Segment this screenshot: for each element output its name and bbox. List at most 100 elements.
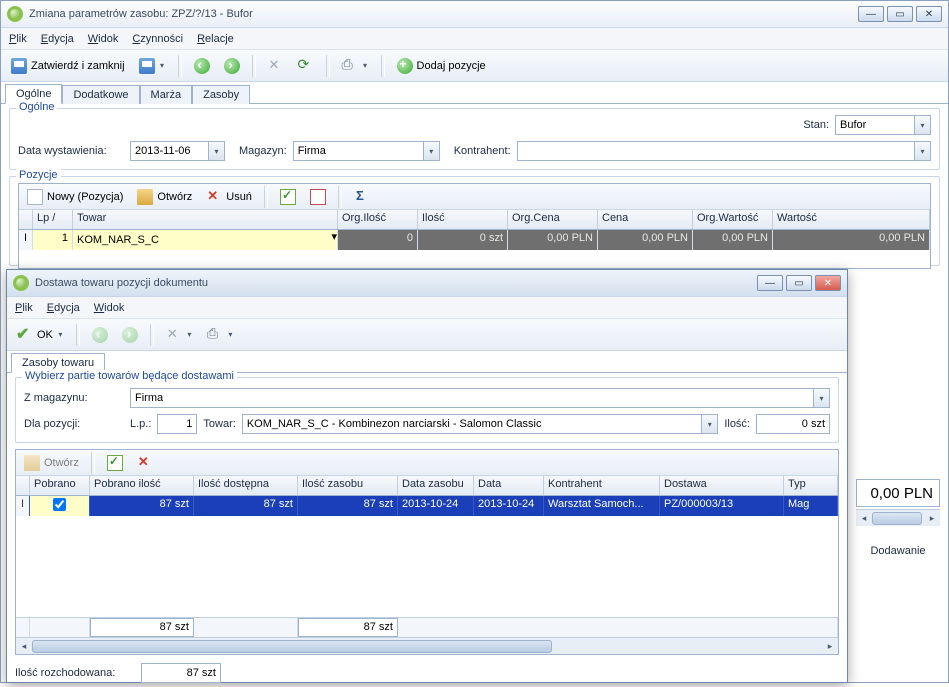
col-data-zasobu[interactable]: Data zasobu: [398, 476, 474, 495]
chevron-down-icon[interactable]: [159, 55, 166, 77]
child-forward-button[interactable]: [118, 324, 142, 346]
col-pobrano[interactable]: Pobrano: [30, 476, 90, 495]
towar-input[interactable]: [242, 414, 702, 434]
child-toolbar: OK: [7, 319, 847, 351]
tab-dodatkowe[interactable]: Dodatkowe: [62, 85, 139, 104]
child-titlebar[interactable]: Dostawa towaru pozycji dokumentu — ▭ ✕: [7, 270, 847, 297]
tools-button[interactable]: [264, 55, 288, 77]
child-back-button[interactable]: [88, 324, 112, 346]
towar-combo[interactable]: ▾: [242, 414, 719, 434]
chevron-down-icon[interactable]: ▾: [331, 230, 337, 249]
chevron-down-icon[interactable]: ▾: [208, 141, 225, 161]
open-position-button[interactable]: Otwórz: [133, 186, 196, 208]
child-close-button[interactable]: ✕: [815, 275, 841, 291]
confirm-close-button[interactable]: Zatwierdź i zamknij: [7, 55, 129, 77]
col-orgcena[interactable]: Org.Cena: [508, 210, 598, 229]
grid-h-scrollbar[interactable]: ◂▸: [16, 637, 838, 654]
cell-dostepna: 87 szt: [194, 496, 298, 516]
stan-combo[interactable]: ▾: [835, 115, 931, 135]
col-orgwartosc[interactable]: Org.Wartość: [693, 210, 773, 229]
delivery-row[interactable]: I 87 szt 87 szt 87 szt 2013-10-24 2013-1…: [16, 496, 838, 516]
close-button[interactable]: ✕: [916, 6, 942, 22]
maximize-button[interactable]: ▭: [887, 6, 913, 22]
positions-grid: Nowy (Pozycja) Otwórz Usuń Lp / Towar Or…: [18, 183, 931, 269]
child-minimize-button[interactable]: —: [757, 275, 783, 291]
child-menu-plik[interactable]: Plik: [15, 302, 33, 314]
menu-edycja[interactable]: Edycja: [41, 33, 74, 45]
col-marker[interactable]: [19, 210, 33, 229]
cell-pobrano[interactable]: [30, 496, 90, 516]
sigma-button[interactable]: [350, 186, 374, 208]
col-wartosc[interactable]: Wartość: [773, 210, 930, 229]
pobrano-checkbox[interactable]: [53, 498, 66, 511]
col-marker[interactable]: [16, 476, 30, 495]
back-button[interactable]: [190, 55, 214, 77]
print-button[interactable]: [338, 55, 373, 77]
side-scrollbar[interactable]: ◂▸: [856, 509, 940, 526]
menu-relacje[interactable]: Relacje: [197, 33, 234, 45]
col-ilosc[interactable]: Ilość: [418, 210, 508, 229]
chevron-down-icon[interactable]: [186, 324, 193, 346]
menu-czynnosci[interactable]: Czynności: [132, 33, 183, 45]
magazyn-combo[interactable]: ▾: [293, 141, 440, 161]
cell-orgwartosc: 0,00 PLN: [693, 230, 773, 250]
col-zasobu[interactable]: Ilość zasobu: [298, 476, 398, 495]
print-icon: [207, 327, 223, 343]
tab-zasoby[interactable]: Zasoby: [192, 85, 250, 104]
refresh-button[interactable]: [294, 55, 318, 77]
chevron-down-icon[interactable]: ▾: [701, 414, 718, 434]
col-lp[interactable]: Lp /: [33, 210, 73, 229]
minimize-button[interactable]: —: [858, 6, 884, 22]
chevron-down-icon[interactable]: ▾: [813, 388, 830, 408]
col-kontrahent[interactable]: Kontrahent: [544, 476, 660, 495]
positions-row[interactable]: I 1 ▾ 0 0 szt 0,00 PLN 0,00 PLN 0,00 PLN…: [19, 230, 930, 250]
col-data[interactable]: Data: [474, 476, 544, 495]
main-titlebar[interactable]: Zmiana parametrów zasobu: ZPZ/?/13 - Buf…: [1, 1, 948, 28]
child-open-button[interactable]: Otwórz: [20, 452, 83, 474]
child-menu-edycja[interactable]: Edycja: [47, 302, 80, 314]
towar-input[interactable]: [73, 230, 331, 249]
chevron-down-icon[interactable]: ▾: [914, 115, 931, 135]
save-button[interactable]: [135, 55, 170, 77]
col-pobrano-ilosc[interactable]: Pobrano ilość: [90, 476, 194, 495]
check-button[interactable]: [276, 186, 300, 208]
chevron-down-icon[interactable]: [57, 324, 64, 346]
menu-plik[interactable]: Plik: [9, 33, 27, 45]
date-input[interactable]: [130, 141, 208, 161]
child-menu-widok[interactable]: Widok: [94, 302, 125, 314]
child-tools-button[interactable]: [162, 324, 197, 346]
col-cena[interactable]: Cena: [598, 210, 693, 229]
kontrahent-combo[interactable]: ▾: [517, 141, 931, 161]
date-combo[interactable]: ▾: [130, 141, 225, 161]
cell-towar[interactable]: ▾: [73, 230, 338, 250]
ok-button[interactable]: OK: [13, 324, 68, 346]
chevron-down-icon[interactable]: ▾: [914, 141, 931, 161]
tab-marza[interactable]: Marża: [140, 85, 193, 104]
lp-input[interactable]: [157, 414, 197, 434]
chevron-down-icon[interactable]: [227, 324, 234, 346]
kontrahent-label: Kontrahent:: [454, 145, 511, 157]
col-typ[interactable]: Typ: [784, 476, 838, 495]
new-position-button[interactable]: Nowy (Pozycja): [23, 186, 127, 208]
child-uncheck-button[interactable]: [133, 452, 157, 474]
child-check-button[interactable]: [103, 452, 127, 474]
col-dostawa[interactable]: Dostawa: [660, 476, 784, 495]
stan-input[interactable]: [835, 115, 914, 135]
uncheck-button[interactable]: [306, 186, 330, 208]
child-maximize-button[interactable]: ▭: [786, 275, 812, 291]
child-print-button[interactable]: [203, 324, 238, 346]
menu-widok[interactable]: Widok: [88, 33, 119, 45]
forward-button[interactable]: [220, 55, 244, 77]
delete-position-button[interactable]: Usuń: [202, 186, 256, 208]
ilosc-input[interactable]: [756, 414, 830, 434]
chevron-down-icon[interactable]: ▾: [423, 141, 440, 161]
kontrahent-input[interactable]: [517, 141, 914, 161]
z-magazynu-combo[interactable]: ▾: [130, 388, 830, 408]
z-magazynu-input[interactable]: [130, 388, 813, 408]
col-dostepna[interactable]: Ilość dostępna: [194, 476, 298, 495]
chevron-down-icon[interactable]: [362, 55, 369, 77]
magazyn-input[interactable]: [293, 141, 423, 161]
col-towar[interactable]: Towar: [73, 210, 338, 229]
col-orgilosc[interactable]: Org.Ilość: [338, 210, 418, 229]
add-position-button[interactable]: Dodaj pozycje: [393, 55, 490, 77]
